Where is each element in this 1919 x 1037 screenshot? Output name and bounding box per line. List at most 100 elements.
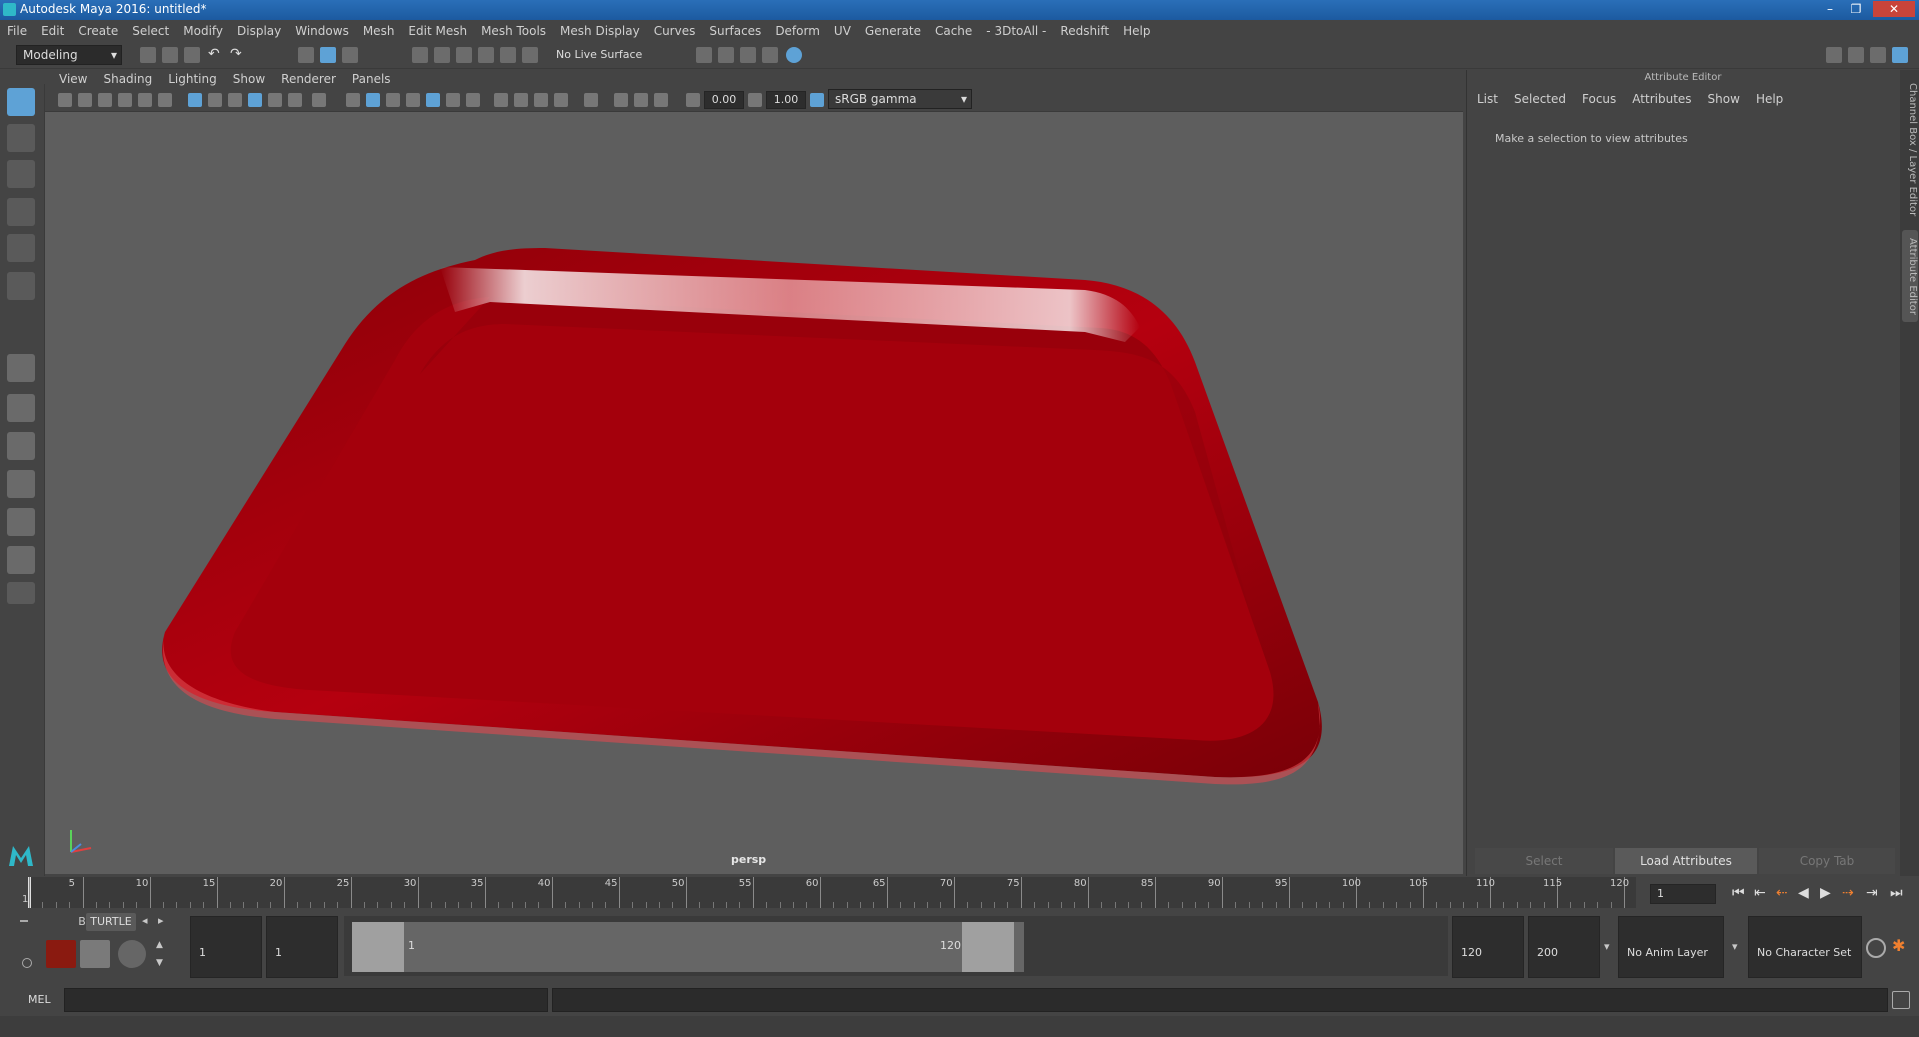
character-set-chevron-icon[interactable]: ▾ (1732, 940, 1738, 953)
gate-mask-icon[interactable] (248, 93, 262, 107)
time-slider[interactable]: 1 5 10 15 20 25 30 35 40 45 50 55 60 65 70 75 80 85 90 95 10… (22, 877, 1636, 908)
menu-modify[interactable]: Modify (176, 20, 230, 42)
resolution-gate-icon[interactable] (228, 93, 242, 107)
select-hierarchy-icon[interactable] (298, 47, 314, 63)
screen-space-ao-icon[interactable] (494, 93, 508, 107)
menu-select[interactable]: Select (125, 20, 176, 42)
gamma-field[interactable]: 1.00 (766, 91, 806, 109)
film-gate-icon[interactable] (208, 93, 222, 107)
shelf-turtle-sphere-icon[interactable] (118, 940, 146, 968)
redo-icon[interactable]: ↷ (230, 47, 246, 63)
ae-menu-show[interactable]: Show (1708, 92, 1740, 106)
multisample-aa-icon[interactable] (534, 93, 548, 107)
ae-copy-tab-button[interactable]: Copy Tab (1759, 848, 1895, 874)
menu-surfaces[interactable]: Surfaces (702, 20, 768, 42)
shadows-icon[interactable] (466, 93, 480, 107)
range-end-handle[interactable] (962, 922, 1014, 972)
ae-menu-attributes[interactable]: Attributes (1632, 92, 1691, 106)
select-tool-icon[interactable] (7, 88, 35, 116)
animation-end-field[interactable]: 200 (1528, 916, 1600, 978)
image-plane-icon[interactable] (118, 93, 132, 107)
menu-create[interactable]: Create (71, 20, 125, 42)
persp-outliner-layout-icon[interactable] (7, 508, 35, 536)
snap-curve-icon[interactable] (434, 47, 450, 63)
play-backwards-icon[interactable]: ◀ (1798, 885, 1809, 901)
range-bar[interactable] (404, 922, 1024, 972)
playback-end-field[interactable]: 120 (1452, 916, 1524, 978)
open-scene-icon[interactable] (162, 47, 178, 63)
go-to-start-icon[interactable]: ⏮ (1732, 885, 1745, 901)
menu-display[interactable]: Display (230, 20, 288, 42)
move-tool-icon[interactable] (7, 198, 35, 226)
single-view-layout-icon[interactable] (7, 354, 35, 382)
shelf-turtle-render-icon[interactable] (46, 940, 76, 968)
channel-box-toggle-icon[interactable] (1892, 47, 1908, 63)
range-start-handle[interactable] (352, 922, 404, 972)
safe-title-icon[interactable] (312, 93, 326, 107)
ae-load-attributes-button[interactable]: Load Attributes (1615, 848, 1757, 874)
command-input[interactable] (64, 988, 548, 1012)
ae-select-button[interactable]: Select (1475, 848, 1613, 874)
wireframe-icon[interactable] (346, 93, 360, 107)
menu-3dtoall[interactable]: - 3DtoAll - (979, 20, 1053, 42)
step-back-key-icon[interactable]: ⇠ (1776, 885, 1788, 901)
panel-menu-show[interactable]: Show (225, 70, 273, 88)
exposure-icon[interactable] (686, 93, 700, 107)
shelf-prev-icon[interactable]: ◂ (142, 914, 148, 927)
step-forward-key-icon[interactable]: ⇢ (1842, 885, 1854, 901)
shelf-next-icon[interactable]: ▸ (158, 914, 164, 927)
snap-grid-icon[interactable] (412, 47, 428, 63)
menu-curves[interactable]: Curves (647, 20, 703, 42)
channel-box-tab[interactable]: Channel Box / Layer Editor (1902, 80, 1918, 220)
range-slider[interactable]: 1 120 (344, 916, 1448, 976)
outliner-layout-icon[interactable] (7, 546, 35, 574)
menu-mesh[interactable]: Mesh (356, 20, 402, 42)
undo-icon[interactable]: ↶ (208, 47, 224, 63)
panel-menu-lighting[interactable]: Lighting (160, 70, 225, 88)
menu-file[interactable]: File (0, 20, 34, 42)
depth-of-field-icon[interactable] (554, 93, 568, 107)
side-by-side-layout-icon[interactable] (7, 432, 35, 460)
xray-joints-icon[interactable] (654, 93, 668, 107)
menu-windows[interactable]: Windows (288, 20, 356, 42)
color-management-icon[interactable] (810, 93, 824, 107)
shelf-collapse-icon[interactable] (20, 920, 28, 922)
mode-dropdown[interactable]: Modeling ▾ (16, 45, 122, 65)
animation-prefs-icon[interactable]: ✱ (1892, 938, 1908, 954)
four-view-layout-icon[interactable] (7, 394, 35, 422)
close-button[interactable]: ✕ (1873, 1, 1915, 17)
snap-point-icon[interactable] (456, 47, 472, 63)
character-set-dropdown[interactable]: No Character Set (1748, 916, 1862, 978)
exposure-field[interactable]: 0.00 (704, 91, 744, 109)
anim-layer-dropdown[interactable]: No Anim Layer (1618, 916, 1724, 978)
scale-tool-icon[interactable] (7, 272, 35, 300)
minimize-button[interactable]: – (1817, 1, 1843, 17)
xray-icon[interactable] (614, 93, 628, 107)
menu-generate[interactable]: Generate (858, 20, 928, 42)
grease-pencil-icon[interactable] (158, 93, 172, 107)
shelf-scroll-down-icon[interactable]: ▼ (156, 958, 163, 968)
save-scene-icon[interactable] (184, 47, 200, 63)
field-chart-icon[interactable] (268, 93, 282, 107)
persp-graph-layout-icon[interactable] (7, 470, 35, 498)
camera-lock-icon[interactable] (78, 93, 92, 107)
render-frame-icon[interactable] (718, 47, 734, 63)
menu-mesh-display[interactable]: Mesh Display (553, 20, 647, 42)
shelf-tab-turtle[interactable]: TURTLE (86, 913, 136, 931)
maximize-button[interactable]: ❐ (1843, 1, 1869, 17)
animation-start-field[interactable]: 1 (190, 916, 262, 978)
playback-start-field[interactable]: 1 (266, 916, 338, 978)
select-component-icon[interactable] (342, 47, 358, 63)
2d-pan-zoom-icon[interactable] (138, 93, 152, 107)
use-all-lights-icon[interactable] (446, 93, 460, 107)
new-scene-icon[interactable] (140, 47, 156, 63)
wireframe-on-shaded-icon[interactable] (406, 93, 420, 107)
script-editor-icon[interactable] (1892, 991, 1910, 1009)
step-back-frame-icon[interactable]: ⇤ (1754, 885, 1766, 901)
panel-menu-shading[interactable]: Shading (95, 70, 160, 88)
snap-view-icon[interactable] (478, 47, 494, 63)
live-surface-label[interactable]: No Live Surface (556, 48, 642, 61)
command-language-label[interactable]: MEL (28, 993, 51, 1006)
menu-edit[interactable]: Edit (34, 20, 71, 42)
auto-key-icon[interactable] (1866, 938, 1886, 958)
